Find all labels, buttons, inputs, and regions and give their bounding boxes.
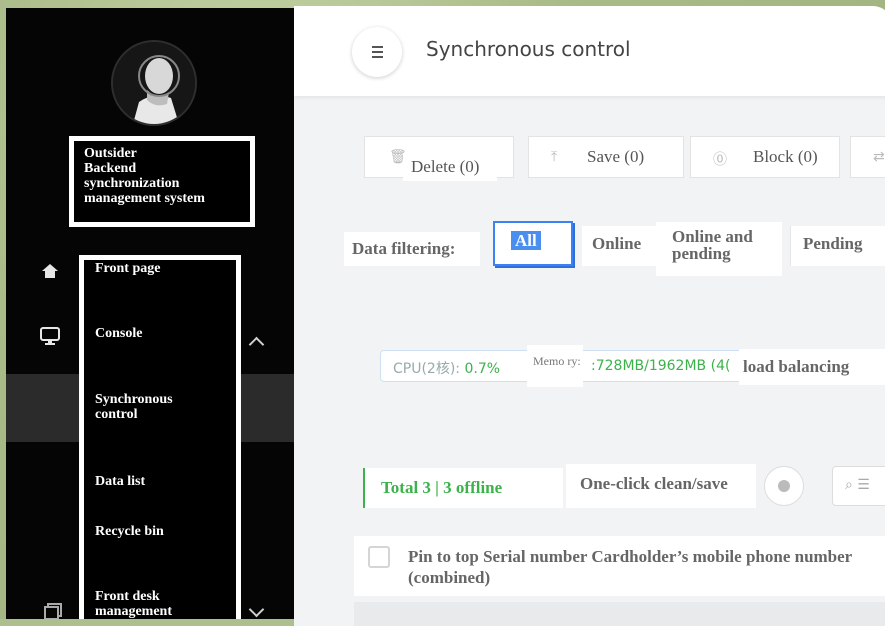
chevron-up-icon[interactable] — [248, 336, 265, 353]
sidebar-item-console[interactable]: Console — [95, 326, 142, 341]
sidebar: Outsider Backend synchronization managem… — [6, 8, 294, 619]
brand-line: management system — [84, 191, 205, 206]
filter-label: Data filtering: — [344, 232, 480, 266]
search-button[interactable]: ⌕ ☰ — [832, 466, 885, 506]
menu-toggle-button[interactable] — [352, 27, 402, 77]
save-button[interactable]: ⤒ Save (0) — [528, 136, 684, 178]
block-button[interactable]: ⓪ Block (0) — [690, 136, 840, 178]
top-bar: Synchronous control — [294, 6, 885, 96]
table-header-text: Pin to top Serial number Cardholder’s mo… — [392, 536, 885, 596]
brand-line: Backend — [84, 161, 137, 176]
search-icon: ⌕ ☰ — [845, 477, 870, 493]
brand-line: Outsider — [84, 146, 137, 161]
sidebar-item-front-page[interactable]: Front page — [95, 261, 160, 276]
gear-icon — [778, 480, 790, 492]
filter-online[interactable]: Online — [582, 226, 658, 266]
brand-title: Outsider Backend synchronization managem… — [69, 136, 255, 227]
cpu-usage: CPU(2核): 0.7% — [393, 361, 501, 377]
window-icon — [44, 603, 62, 619]
total-count: Total 3 | 3 offline — [363, 468, 563, 508]
memory-label: Memo ry: — [527, 345, 583, 387]
filter-pending[interactable]: Pending — [790, 226, 885, 266]
sidebar-menu — [79, 255, 241, 619]
monitor-icon — [40, 327, 60, 345]
sidebar-item-front-desk-management[interactable]: Front desk management — [95, 589, 205, 619]
sidebar-item-data-list[interactable]: Data list — [95, 474, 145, 489]
home-icon — [42, 264, 58, 278]
sidebar-item-synchronous-control[interactable]: Synchronous control — [95, 392, 205, 422]
table-body — [354, 602, 885, 626]
main-panel: Synchronous control 🗑 Delete (0) ⤒ Save … — [294, 6, 885, 626]
block-icon: ⓪ — [713, 152, 727, 168]
load-balancing-label: load balancing — [739, 349, 885, 385]
upload-icon: ⤒ — [551, 149, 558, 165]
table-header: Pin to top Serial number Cardholder’s mo… — [354, 536, 885, 596]
page-title: Synchronous control — [426, 37, 631, 61]
system-status: CPU(2核): 0.7% Memo ry: :728MB/1962MB (4(… — [380, 345, 885, 387]
one-click-clean-save-button[interactable]: One-click clean/save — [566, 464, 756, 508]
settings-button[interactable] — [764, 466, 804, 506]
select-all-checkbox[interactable] — [368, 546, 390, 568]
more-button[interactable]: ⇄ — [850, 136, 885, 178]
brand-line: synchronization — [84, 176, 180, 191]
avatar[interactable] — [111, 40, 197, 126]
delete-button[interactable]: 🗑 Delete (0) — [364, 136, 514, 181]
filter-online-and-pending[interactable]: Online and pending — [656, 222, 782, 276]
filter-all[interactable]: All — [493, 221, 573, 266]
shuffle-icon: ⇄ — [873, 149, 885, 165]
sidebar-item-recycle-bin[interactable]: Recycle bin — [95, 524, 164, 539]
chevron-down-icon[interactable] — [248, 601, 265, 618]
memory-value: :728MB/1962MB (4( — [591, 358, 731, 374]
